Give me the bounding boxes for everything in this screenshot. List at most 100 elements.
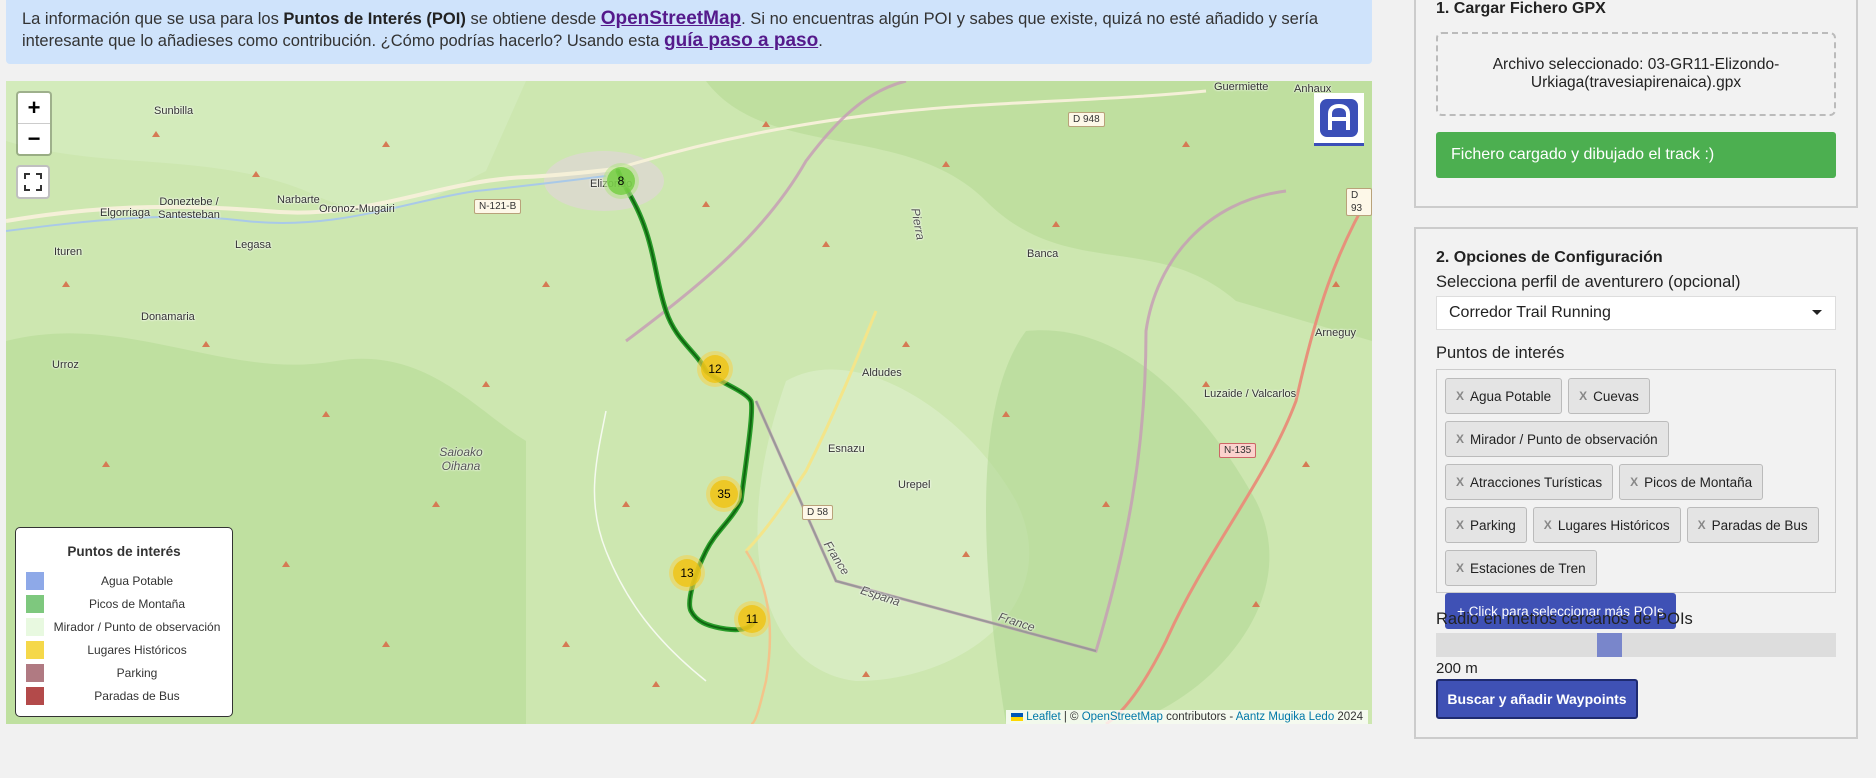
map-attribution: Leaflet | © OpenStreetMap contributors -… [1006,710,1368,724]
app-logo-icon [1320,99,1358,137]
legend-item: Parking [26,661,222,684]
place-label: Urroz [52,359,79,371]
place-label: Urepel [898,479,931,491]
osm-attribution-link[interactable]: OpenStreetMap [1082,711,1163,723]
success-text: Fichero cargado y dibujado el track :) [1451,146,1715,163]
chevron-down-icon [1812,310,1822,315]
poi-tag: X Paradas de Bus [1686,507,1819,543]
upload-success-message: Fichero cargado y dibujado el track :) [1436,132,1836,178]
legend-item: Lugares Históricos [26,638,222,661]
tag-label: Estaciones de Tren [1470,560,1586,576]
panel-title: 1. Cargar Fichero GPX [1436,0,1606,17]
place-label: Oronoz-Mugairi [319,203,395,215]
place-label: Elgorriaga [100,207,151,219]
legend-item: Mirador / Punto de observación [26,615,222,638]
place-label: Legasa [235,239,272,251]
legend-label: Picos de Montaña [88,596,186,611]
config-panel: 2. Opciones de Configuración Selecciona … [1414,227,1858,739]
remove-tag-icon[interactable]: X [1456,475,1464,489]
legend-title: Puntos de interés [67,544,181,559]
place-label: Doneztebe / Santesteban [158,196,220,221]
road-shield: D 93 [1346,188,1372,216]
map-legend: Puntos de interés Agua Potable Picos de … [15,527,233,717]
road-shield: N-121-B [474,199,522,214]
poi-cluster[interactable]: 13 [669,555,705,591]
remove-tag-icon[interactable]: X [1630,475,1638,489]
tag-label: Atracciones Turísticas [1470,474,1603,490]
banner-text: . [818,32,823,50]
road-shield: D 948 [1068,112,1105,127]
cluster-count: 11 [738,605,766,633]
poi-cluster[interactable]: 12 [697,351,733,387]
attribution-year: 2024 [1334,711,1363,723]
panel-title: 2. Opciones de Configuración [1436,249,1663,266]
author-link[interactable]: Aantz Mugika Ledo [1236,711,1334,723]
slider-thumb[interactable] [1597,633,1623,657]
road-shield: D 58 [802,505,834,520]
file-dropzone[interactable]: Archivo seleccionado: 03-GR11-Elizondo-U… [1436,32,1836,116]
legend-item: Paradas de Bus [26,684,222,707]
fullscreen-icon [24,173,42,191]
place-label: Guermiette [1214,81,1269,93]
place-label: Sunbilla [154,105,194,117]
attribution-text: | © [1060,711,1082,723]
openstreetmap-link[interactable]: OpenStreetMap [601,8,741,29]
road-shield: N-135 [1219,443,1257,458]
zoom-control: + − [16,91,52,156]
tag-label: Lugares Históricos [1557,517,1670,533]
cluster-count: 8 [607,167,635,195]
fullscreen-button[interactable] [16,165,50,199]
legend-label: Lugares Históricos [87,642,187,657]
map[interactable]: Sunbilla Elizondo Oronoz-Mugairi Elgorri… [6,81,1372,724]
legend-swatch [26,617,44,636]
remove-tag-icon[interactable]: X [1456,389,1464,403]
place-label: Esnazu [828,443,865,455]
remove-tag-icon[interactable]: X [1456,432,1464,446]
place-label: Ituren [54,246,83,258]
legend-swatch [26,686,44,705]
banner-text: se obtiene desde [465,10,601,28]
legend-label: Paradas de Bus [94,688,180,703]
legend-swatch [26,663,44,682]
zoom-out-button[interactable]: − [18,123,50,154]
remove-tag-icon[interactable]: X [1544,518,1552,532]
zoom-in-button[interactable]: + [18,93,50,123]
legend-label: Parking [116,665,158,680]
legend-item: Agua Potable [26,569,222,592]
banner-bold-poi: Puntos de Interés (POI) [283,10,466,28]
guide-link[interactable]: guía paso a paso [664,30,818,51]
place-label: Arneguy [1315,327,1356,339]
poi-tag: X Atracciones Turísticas [1445,464,1614,500]
poi-tag: X Mirador / Punto de observación [1445,421,1669,457]
poi-tag-list: X Agua Potable X Cuevas X Mirador / Punto d… [1436,369,1836,629]
remove-tag-icon[interactable]: X [1698,518,1706,532]
poi-tag: X Picos de Montaña [1619,464,1764,500]
radius-value: 200 m [1436,660,1478,677]
remove-tag-icon[interactable]: X [1456,518,1464,532]
legend-swatch [26,594,44,613]
legend-item: Picos de Montaña [26,592,222,615]
poi-cluster[interactable]: 35 [706,476,742,512]
place-label: Banca [1027,248,1059,260]
profile-select[interactable]: Corredor Trail Running [1436,296,1836,330]
selected-file-text: Archivo seleccionado: 03-GR11-Elizondo-U… [1492,56,1780,91]
poi-cluster[interactable]: 8 [603,163,639,199]
cluster-count: 13 [673,559,701,587]
poi-tag: X Estaciones de Tren [1445,550,1597,586]
remove-tag-icon[interactable]: X [1579,389,1587,403]
remove-tag-icon[interactable]: X [1456,561,1464,575]
legend-label: Mirador / Punto de observación [53,619,221,634]
radius-label: Radio en metros cercanos de POIs [1436,610,1693,628]
tag-label: Parking [1470,517,1516,533]
radius-slider[interactable] [1436,633,1836,657]
search-add-waypoints-button[interactable]: Buscar y añadir Waypoints [1436,679,1638,719]
poi-cluster[interactable]: 11 [734,601,770,637]
cluster-count: 35 [710,480,738,508]
cluster-count: 12 [701,355,729,383]
leaflet-link[interactable]: Leaflet [1026,711,1061,723]
place-label: Narbarte [277,194,320,206]
legend-swatch [26,640,44,659]
ukraine-flag-icon [1011,712,1024,721]
poi-tag: X Agua Potable [1445,378,1563,414]
gpx-upload-panel: 1. Cargar Fichero GPX Archivo selecciona… [1414,0,1858,208]
